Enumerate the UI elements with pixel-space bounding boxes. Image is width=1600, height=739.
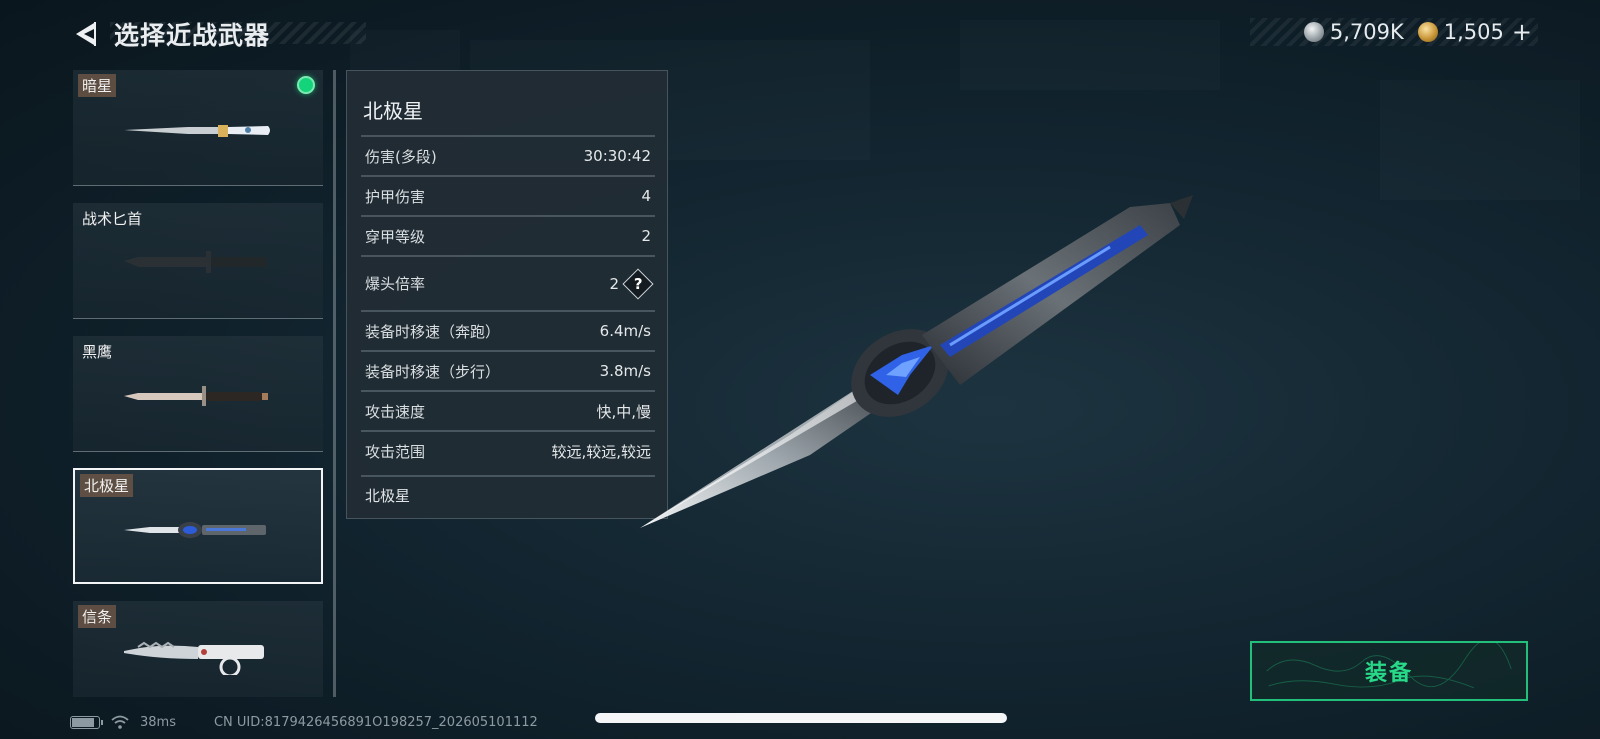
stat-row-armor-damage: 护甲伤害 4 [361,175,655,215]
stats-table: 伤害(多段) 30:30:42 护甲伤害 4 穿甲等级 2 爆头倍率 2 ? 装… [361,135,655,470]
background-panel [1380,80,1580,200]
weapon-preview-image [640,195,1193,528]
currency-gold[interactable]: 1,505 + [1417,18,1538,46]
background-panel [960,20,1220,90]
stat-value: 30:30:42 [583,147,651,165]
stat-row-attack-range: 攻击范围 较远,较远,较远 [361,430,655,470]
weapon-card-polaris[interactable]: 北极星 [73,468,323,584]
currency-silver: 5,709K [1303,20,1410,44]
stat-value: 较远,较远,较远 [551,442,651,461]
stat-label: 装备时移速（奔跑） [365,322,501,341]
stat-label: 伤害(多段) [365,147,437,166]
weapon-list-scrollbar[interactable] [333,70,336,697]
stat-label: 护甲伤害 [365,187,426,206]
weapon-name: 战术匕首 [82,210,143,228]
stat-row-run-speed: 装备时移速（奔跑） 6.4m/s [361,310,655,350]
wifi-icon [111,715,129,729]
weapon-name: 黑鹰 [82,343,113,361]
knife-thumbnail-icon [124,522,266,538]
weapon-card-anxing[interactable]: 暗星 [73,70,323,186]
weapon-stats-panel: 北极星 伤害(多段) 30:30:42 护甲伤害 4 穿甲等级 2 爆头倍率 2… [346,70,668,519]
battery-level [72,717,95,727]
battery-icon [70,715,103,729]
currency-bar: 5,709K 1,505 + [1250,18,1538,46]
stats-footer-name: 北极星 [365,487,411,505]
weapon-card-creed[interactable]: 信条 [73,601,323,697]
knife-thumbnail-icon [124,641,264,675]
knife-thumbnail-icon [124,125,270,137]
weapon-name: 信条 [78,605,117,628]
knife-thumbnail-icon [124,386,268,406]
stat-row-headshot: 爆头倍率 2 ? [361,255,655,310]
player-uid: CN UID:8179426456891O198257_202605101112 [213,714,538,730]
weapon-card-black-eagle[interactable]: 黑鹰 [73,336,323,452]
stats-title: 北极星 [363,99,423,123]
currency-silver-value: 5,709K [1329,20,1404,44]
weapon-list[interactable]: 暗星 战术匕首 黑鹰 北极星 信条 [73,70,323,697]
stat-label: 攻击速度 [365,402,426,421]
stat-value: 2 [609,274,619,293]
stat-row-penetration: 穿甲等级 2 [361,215,655,255]
stat-label: 穿甲等级 [365,227,426,246]
currency-gold-value: 1,505 [1443,20,1504,44]
equipped-indicator-icon [297,76,315,94]
equip-button-label: 装备 [1364,661,1413,686]
weapon-name: 暗星 [78,74,117,97]
device-status-bar: 38ms CN UID:8179426456891O198257_2026051… [70,712,538,732]
gold-coin-icon [1417,22,1438,42]
back-button[interactable] [70,18,102,50]
knife-blade [640,375,890,528]
stat-row-attack-speed: 攻击速度 快,中,慢 [361,390,655,430]
stat-row-damage: 伤害(多段) 30:30:42 [361,135,655,175]
page-header: 选择近战武器 [70,16,366,52]
knife-thumbnail-icon [124,251,267,273]
stat-label: 爆头倍率 [365,275,426,293]
equip-button[interactable]: 装备 [1250,641,1528,701]
weapon-name: 北极星 [80,474,134,497]
weapon-card-tactical-dagger[interactable]: 战术匕首 [73,203,323,319]
stat-row-walk-speed: 装备时移速（步行） 3.8m/s [361,350,655,390]
back-arrow-icon [76,22,96,46]
page-title: 选择近战武器 [114,21,271,50]
knife-handle [922,195,1193,385]
add-currency-icon[interactable]: + [1512,18,1532,46]
ping-value: 38ms [140,714,176,730]
home-indicator[interactable] [595,713,1007,723]
stat-label: 装备时移速（步行） [365,362,501,381]
silver-coin-icon [1303,22,1324,42]
stats-divider [361,475,655,477]
stat-label: 攻击范围 [365,442,426,461]
